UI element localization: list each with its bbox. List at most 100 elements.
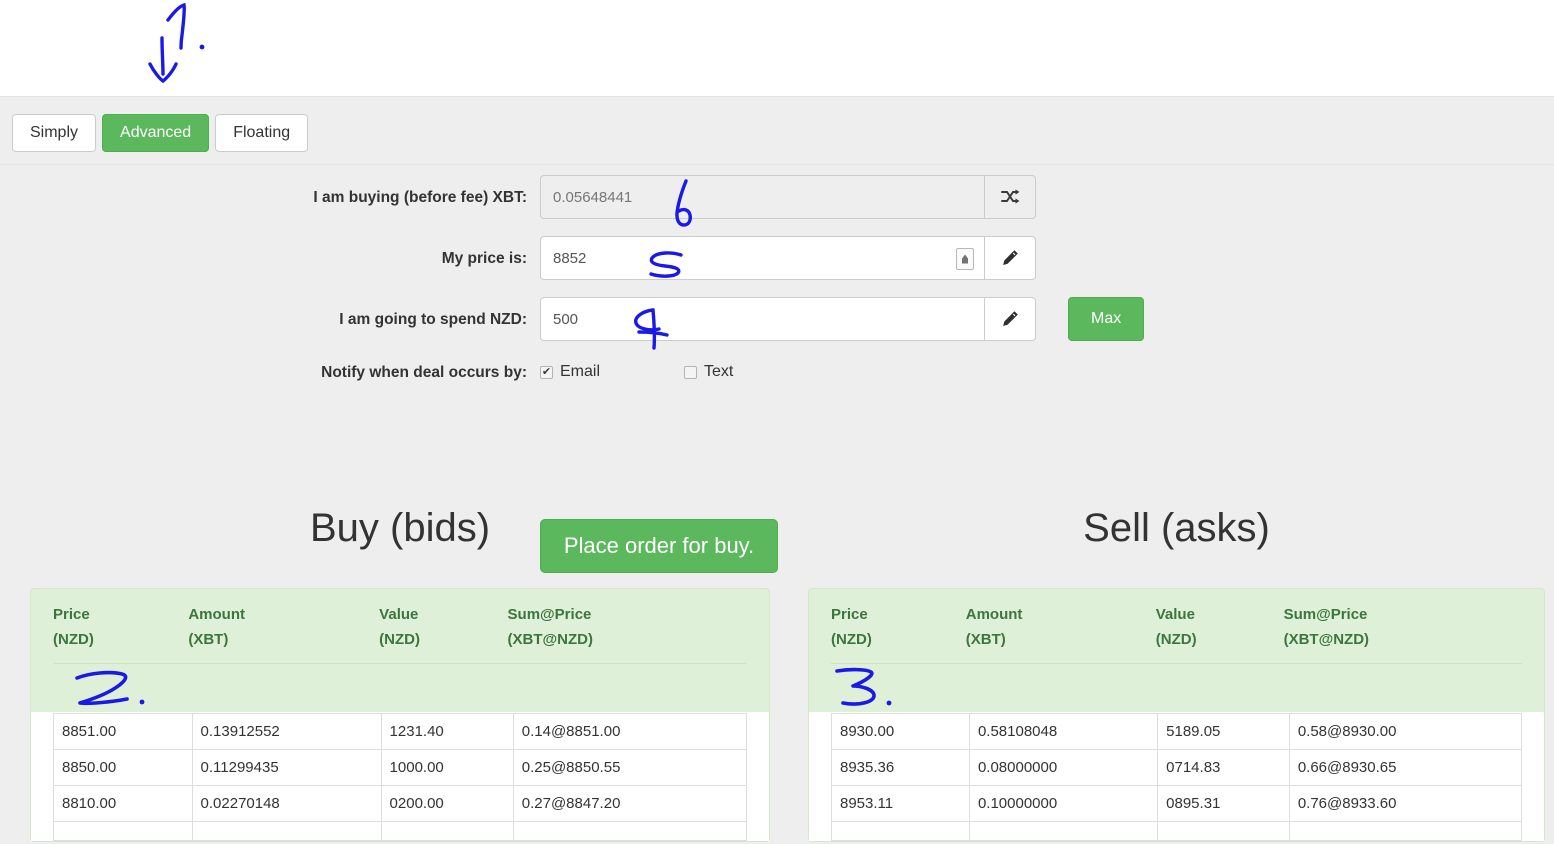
- buy-cell-1-1: 0.11299435: [191, 748, 382, 786]
- edit-my-price-button[interactable]: [984, 236, 1036, 280]
- buy-bids-heading: Buy (bids): [309, 506, 491, 550]
- sell-cell-0-1: 0.58108048: [968, 712, 1159, 750]
- label-spend-nzd: I am going to spend NZD:: [339, 311, 527, 328]
- sell-cell-2-2: 0895.31: [1157, 784, 1290, 822]
- checkbox-checked-icon: ✔: [540, 365, 553, 379]
- tab-simply-label: Simply: [30, 124, 79, 141]
- notify-email-checkbox[interactable]: ✔ Email: [540, 363, 600, 381]
- sell-header-price-line2: (NZD): [831, 630, 872, 648]
- tab-simply[interactable]: Simply: [12, 114, 97, 152]
- buy-table-wrapper: 8851.00 0.13912552 1231.40 0.14@8851.00 8850…: [31, 711, 769, 841]
- notify-text-label: Text: [704, 363, 734, 380]
- page-body: Simply Advanced Floating I am buying (be…: [0, 96, 1554, 844]
- sell-header-sumprice-line1: Sum@Price: [1283, 606, 1368, 623]
- sell-panel: Price (NZD) Amount (XBT) Value (NZD) Sum…: [808, 588, 1545, 842]
- buy-cell-0-0: 8851.00: [53, 712, 193, 750]
- sell-header-value-line2: (NZD): [1155, 630, 1197, 648]
- sell-table-header: Price (NZD) Amount (XBT) Value (NZD) Sum…: [809, 589, 1544, 663]
- number-spinner-icon[interactable]: [956, 248, 974, 270]
- sell-cell-0-2: 5189.05: [1157, 712, 1290, 750]
- sell-table-wrapper: 8930.00 0.58108048 5189.05 0.58@8930.00 8935…: [809, 711, 1544, 841]
- sell-cell-3-0: [831, 820, 970, 841]
- shuffle-button[interactable]: [984, 175, 1036, 219]
- buying-xbt-input[interactable]: [540, 175, 984, 219]
- table-row[interactable]: 8851.00 0.13912552 1231.40 0.14@8851.00: [53, 712, 748, 750]
- sell-header-value-line1: Value: [1155, 606, 1195, 623]
- sell-header-amount-line2: (XBT): [965, 630, 1006, 648]
- order-book-buy-column: Buy (bids) Price (NZD) Amount (XBT) Valu…: [30, 502, 770, 842]
- buy-cell-3-0: [53, 820, 193, 841]
- buy-header-price: Price (NZD): [53, 603, 188, 653]
- sell-header-value: Value (NZD): [1156, 603, 1284, 653]
- sell-cell-3-3: [1288, 820, 1523, 841]
- sell-header-price-line1: Price: [831, 606, 868, 623]
- buy-header-value: Value (NZD): [379, 603, 507, 653]
- max-button[interactable]: Max: [1068, 297, 1145, 341]
- buy-cell-1-2: 1000.00: [380, 748, 514, 786]
- buy-cell-3-2: [380, 820, 514, 841]
- sell-header-amount: Amount (XBT): [966, 603, 1156, 653]
- sell-orders-table: 8930.00 0.58108048 5189.05 0.58@8930.00 8935…: [831, 712, 1523, 841]
- buy-header-price-line2: (NZD): [53, 630, 94, 648]
- tabbar-divider: [0, 164, 1554, 165]
- table-row[interactable]: [53, 820, 748, 841]
- buy-cell-3-1: [191, 820, 382, 841]
- sell-cell-0-3: 0.58@8930.00: [1288, 712, 1523, 750]
- buy-cell-0-2: 1231.40: [380, 712, 514, 750]
- buy-cell-3-3: [512, 820, 748, 841]
- buy-header-sumprice-line1: Sum@Price: [507, 606, 592, 623]
- input-group-spend-nzd: [540, 297, 1036, 341]
- sell-header-price: Price (NZD): [831, 603, 966, 653]
- tab-advanced[interactable]: Advanced: [102, 114, 210, 152]
- buy-cell-1-0: 8850.00: [53, 748, 193, 786]
- buy-cell-0-1: 0.13912552: [191, 712, 382, 750]
- table-row[interactable]: [831, 820, 1523, 841]
- buy-cell-2-3: 0.27@8847.20: [512, 784, 748, 822]
- tab-floating[interactable]: Floating: [215, 114, 309, 152]
- sell-cell-2-0: 8953.11: [831, 784, 970, 822]
- advanced-order-form: I am buying (before fee) XBT: My: [0, 175, 1554, 573]
- order-book-sell-column: Sell (asks) Price (NZD) Amount (XBT) Val…: [808, 502, 1545, 842]
- buy-cell-2-1: 0.02270148: [191, 784, 382, 822]
- edit-spend-nzd-button[interactable]: [984, 297, 1036, 341]
- buy-header-amount-line2: (XBT): [188, 630, 229, 648]
- buy-panel: Price (NZD) Amount (XBT) Value (NZD) Sum…: [30, 588, 770, 842]
- notify-checkbox-group: ✔ Email Text: [540, 363, 733, 381]
- buy-cell-1-3: 0.25@8850.55: [512, 748, 748, 786]
- sell-panel-spacer: [809, 664, 1544, 712]
- spend-nzd-input[interactable]: [540, 297, 984, 341]
- form-row-buying-xbt: I am buying (before fee) XBT:: [0, 175, 1554, 223]
- buy-panel-spacer: [31, 664, 769, 712]
- label-buying-xbt: I am buying (before fee) XBT:: [313, 189, 527, 206]
- sell-cell-2-3: 0.76@8933.60: [1288, 784, 1523, 822]
- form-row-notify: Notify when deal occurs by: ✔ Email Text: [0, 358, 1554, 398]
- sell-header-sumprice-line2: (XBT@NZD): [1283, 630, 1370, 648]
- buy-orders-table: 8851.00 0.13912552 1231.40 0.14@8851.00 8850…: [53, 712, 748, 841]
- label-my-price: My price is:: [441, 250, 527, 267]
- input-group-my-price: [540, 236, 1036, 280]
- sell-cell-0-0: 8930.00: [831, 712, 970, 750]
- form-row-spend-nzd: I am going to spend NZD: Max: [0, 297, 1554, 345]
- form-row-my-price: My price is:: [0, 236, 1554, 284]
- buy-cell-2-0: 8810.00: [53, 784, 193, 822]
- buy-header-sumprice: Sum@Price (XBT@NZD): [508, 603, 747, 653]
- notify-text-checkbox[interactable]: Text: [684, 363, 733, 381]
- input-group-buying-xbt: [540, 175, 1036, 219]
- buy-cell-0-3: 0.14@8851.00: [512, 712, 748, 750]
- notify-email-label: Email: [560, 363, 601, 380]
- sell-header-amount-line1: Amount: [965, 606, 1023, 623]
- table-row[interactable]: 8850.00 0.11299435 1000.00 0.25@8850.55: [53, 748, 748, 786]
- tab-advanced-label: Advanced: [120, 124, 192, 141]
- buy-cell-2-2: 0200.00: [380, 784, 514, 822]
- my-price-input[interactable]: [540, 236, 984, 280]
- browser-top-blank-strip: [0, 0, 1554, 96]
- sell-cell-3-2: [1157, 820, 1290, 841]
- table-row[interactable]: 8935.36 0.08000000 0714.83 0.66@8930.65: [831, 748, 1523, 786]
- table-row[interactable]: 8953.11 0.10000000 0895.31 0.76@8933.60: [831, 784, 1523, 822]
- buy-header-amount: Amount (XBT): [188, 603, 379, 653]
- buy-header-amount-line1: Amount: [188, 606, 245, 623]
- table-row[interactable]: 8930.00 0.58108048 5189.05 0.58@8930.00: [831, 712, 1523, 750]
- sell-header-sumprice: Sum@Price (XBT@NZD): [1284, 603, 1522, 653]
- buy-header-value-line2: (NZD): [379, 630, 420, 648]
- table-row[interactable]: 8810.00 0.02270148 0200.00 0.27@8847.20: [53, 784, 748, 822]
